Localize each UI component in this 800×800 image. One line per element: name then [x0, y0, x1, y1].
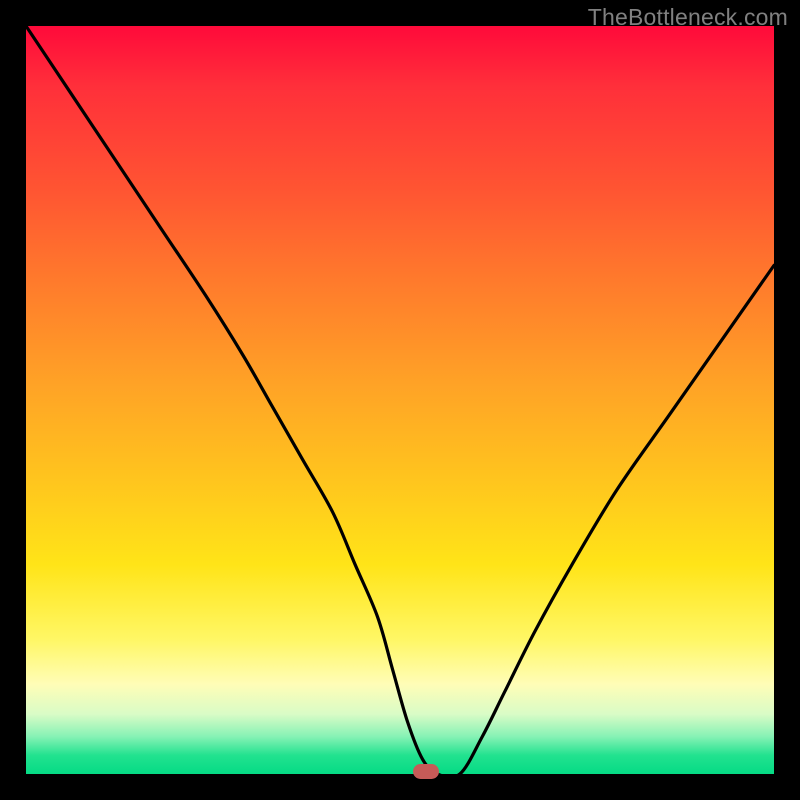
plot-area	[26, 26, 774, 774]
optimal-marker	[413, 764, 439, 779]
chart-frame: TheBottleneck.com	[0, 0, 800, 800]
bottleneck-curve	[26, 26, 774, 774]
